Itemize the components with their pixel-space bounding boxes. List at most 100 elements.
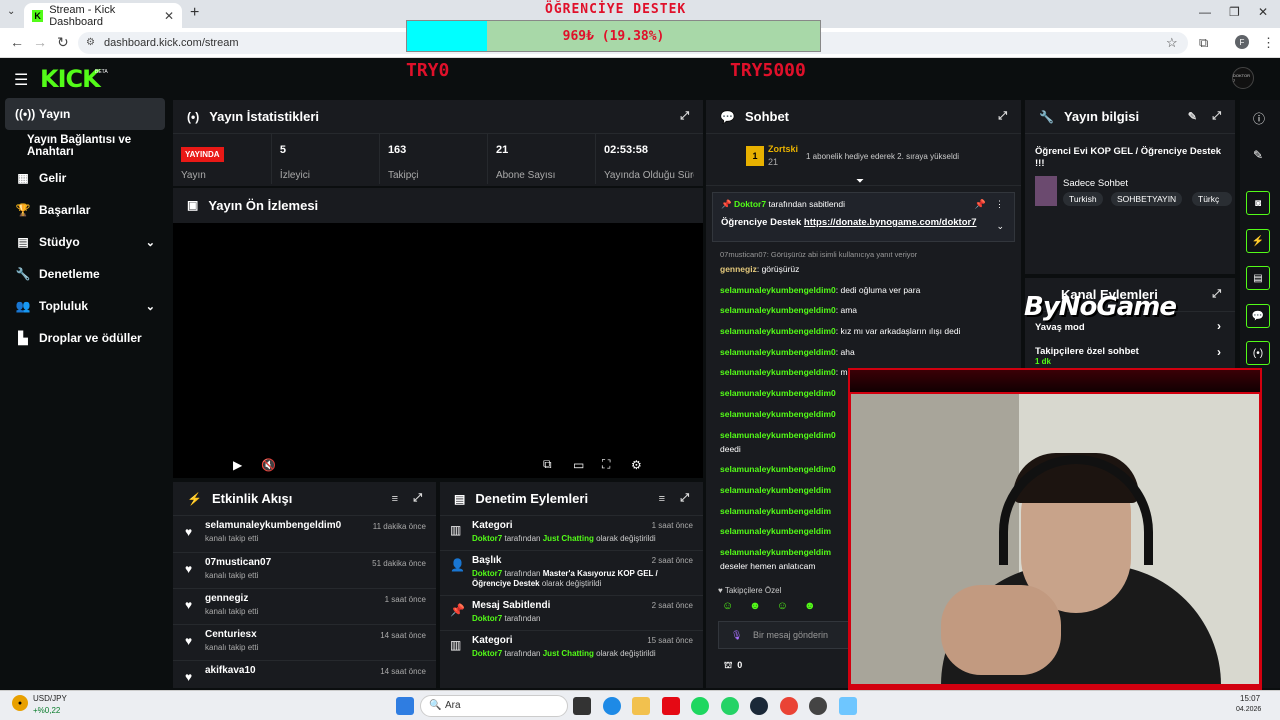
popout-icon[interactable]: ⤢ [413, 492, 422, 505]
settings-icon[interactable]: ⚙ [631, 458, 642, 472]
pinned-link[interactable]: https://donate.bynogame.com/doktor7 [804, 217, 977, 228]
forward-icon[interactable]: → [33, 34, 47, 50]
reply-hint: 07mustican07: Görüşürüz abi isimli kulla… [720, 250, 918, 259]
popout-icon[interactable]: ⤢ [680, 110, 689, 123]
spotify-icon[interactable] [691, 697, 709, 715]
document-icon[interactable]: ▤ [1246, 266, 1270, 290]
sidebar-item-revenue[interactable]: ▦ Gelir [5, 162, 165, 194]
mod-desc: Doktor7 tarafından [472, 614, 541, 623]
panel-header: ▣ Yayın Ön İzlemesi [173, 188, 703, 222]
steam-icon[interactable] [750, 697, 768, 715]
category-name[interactable]: Sadece Sohbet [1063, 178, 1128, 189]
reload-icon[interactable]: ↻ [57, 34, 69, 51]
panel-title: Yayın Ön İzlemesi [208, 197, 319, 213]
windows-start-icon[interactable] [396, 697, 414, 715]
file-explorer-icon[interactable] [632, 697, 650, 715]
webcam-frame-top [848, 368, 1262, 394]
video-player[interactable]: ▶ 🔇 ⧉ ▭ ⛶ ⚙ [173, 223, 703, 478]
wrench-icon: 🔧 [1039, 109, 1054, 124]
tag-chip[interactable]: Türkç [1192, 192, 1232, 206]
close-window-icon[interactable]: ✕ [1258, 5, 1268, 19]
extensions-icon[interactable]: ⧉ [1199, 35, 1208, 51]
kick-logo[interactable]: KICK [40, 65, 101, 93]
more-icon[interactable]: ⋮ [995, 199, 1004, 210]
list-item: ♥ selamunaleykumbengeldim0 kanalı takip … [173, 516, 436, 552]
gift-user[interactable]: Zortski [768, 144, 798, 154]
menu-icon[interactable]: ☰ [14, 70, 28, 90]
heart-icon: ♥ [185, 634, 193, 648]
netflix-icon[interactable] [662, 697, 680, 715]
edit-icon[interactable]: ✎ [1253, 148, 1263, 162]
tag-chip[interactable]: SOHBETYAYIN [1111, 192, 1183, 206]
stat-label: Yayın [181, 170, 206, 181]
new-tab-icon[interactable]: + [190, 4, 199, 22]
stat-label: Yayında Olduğu Süre [603, 170, 694, 181]
minimize-icon[interactable]: — [1199, 5, 1211, 19]
bookmark-star-icon[interactable]: ☆ [1166, 35, 1178, 51]
document-icon: ▤ [454, 491, 466, 506]
camera-icon[interactable]: ◙ [1246, 191, 1270, 215]
play-icon[interactable]: ▶ [233, 458, 242, 472]
pip-icon[interactable]: ⧉ [543, 457, 552, 472]
theater-icon[interactable]: ▭ [573, 458, 584, 472]
edit-icon[interactable]: ✎ [1188, 110, 1197, 123]
tab-search-icon[interactable]: ⌄ [7, 6, 15, 17]
task-view-icon[interactable] [573, 697, 591, 715]
chevron-down-icon[interactable]: ⌄ [996, 221, 1004, 232]
chrome-icon[interactable] [780, 697, 798, 715]
tag-chip[interactable]: Turkish [1063, 192, 1103, 206]
chat-icon[interactable]: 💬 [1246, 304, 1270, 328]
fullscreen-icon[interactable]: ⛶ [602, 457, 610, 472]
filter-icon[interactable]: ≡ [659, 493, 665, 505]
taskbar-search[interactable]: 🔍 Ara [420, 695, 568, 717]
sidebar-item-studio[interactable]: ▤ Stüdyo ⌄ [5, 226, 165, 258]
sidebar-item-community[interactable]: 👥 Topluluk ⌄ [5, 290, 165, 322]
stat-value: 02:53:58 [603, 144, 649, 156]
edge-icon[interactable] [603, 697, 621, 715]
profile-avatar[interactable]: F [1235, 35, 1249, 49]
site-info-icon[interactable]: ⚙ [86, 32, 95, 54]
live-badge: YAYINDA [181, 147, 224, 162]
mute-icon[interactable]: 🔇 [261, 458, 276, 472]
app-icon[interactable] [839, 697, 857, 715]
broadcast-icon[interactable]: (•) [1246, 341, 1270, 365]
emote-row[interactable]: ☺☻☺☻ [722, 600, 832, 612]
lightning-icon[interactable]: ⚡ [1246, 229, 1270, 253]
obs-icon[interactable] [809, 697, 827, 715]
popout-icon[interactable]: ⤢ [1212, 288, 1221, 301]
event-desc: kanalı takip etti [205, 607, 259, 616]
filter-icon[interactable]: ≡ [392, 493, 398, 505]
widget-icon[interactable]: ● [12, 695, 28, 711]
popout-icon[interactable]: ⤢ [998, 110, 1007, 123]
collapse-icon[interactable]: ⏷ [856, 176, 864, 187]
heart-icon: ♥ [185, 525, 193, 539]
popout-icon[interactable]: ⤢ [1212, 110, 1221, 123]
whatsapp-icon[interactable] [721, 697, 739, 715]
mod-desc: Doktor7 tarafından Master'a Kasıyoruz KO… [472, 569, 658, 588]
clock-date: 04.2026 [1236, 706, 1262, 713]
browser-tab[interactable]: K Stream - Kick Dashboard ✕ [24, 3, 182, 28]
chat-input[interactable]: 🎙 Bir mesaj gönderin [718, 621, 858, 649]
pin-icon[interactable]: 📌 [975, 199, 986, 210]
url-text: dashboard.kick.com/stream [104, 37, 239, 49]
sidebar-item-moderation[interactable]: 🔧 Denetleme [5, 258, 165, 290]
sidebar-item-achievements[interactable]: 🏆 Başarılar [5, 194, 165, 226]
user-avatar[interactable]: DOKTOR 7 [1232, 67, 1254, 89]
popout-icon[interactable]: ⤢ [680, 492, 689, 505]
mod-time: 15 saat önce [647, 636, 693, 645]
pin-icon: 📌 [450, 603, 465, 617]
maximize-icon[interactable]: ❐ [1229, 5, 1240, 19]
info-icon[interactable]: ⓘ [1253, 110, 1265, 127]
sidebar-item-drops[interactable]: ▙ Droplar ve ödüller [5, 322, 165, 354]
sidebar-item-stream-key[interactable]: Yayın Bağlantısı ve Anahtarı [22, 130, 172, 162]
list-item: 👤 Başlık Doktor7 tarafından Master'a Kas… [440, 551, 703, 596]
channel-points[interactable]: ⛫ 0 [724, 660, 742, 672]
tab-close-icon[interactable]: ✕ [164, 9, 174, 23]
list-item: ▥ Kategori Doktor7 tarafından Just Chatt… [440, 631, 703, 665]
back-icon[interactable]: ← [10, 34, 24, 50]
kick-header: ☰ KICK BETA [0, 58, 1280, 98]
panel-header: 💬 Sohbet ⤢ [706, 100, 1021, 134]
rank-badge: 1 [746, 146, 764, 166]
browser-menu-icon[interactable]: ⋮ [1262, 35, 1275, 51]
sidebar-item-stream[interactable]: ((•)) Yayın [5, 98, 165, 130]
